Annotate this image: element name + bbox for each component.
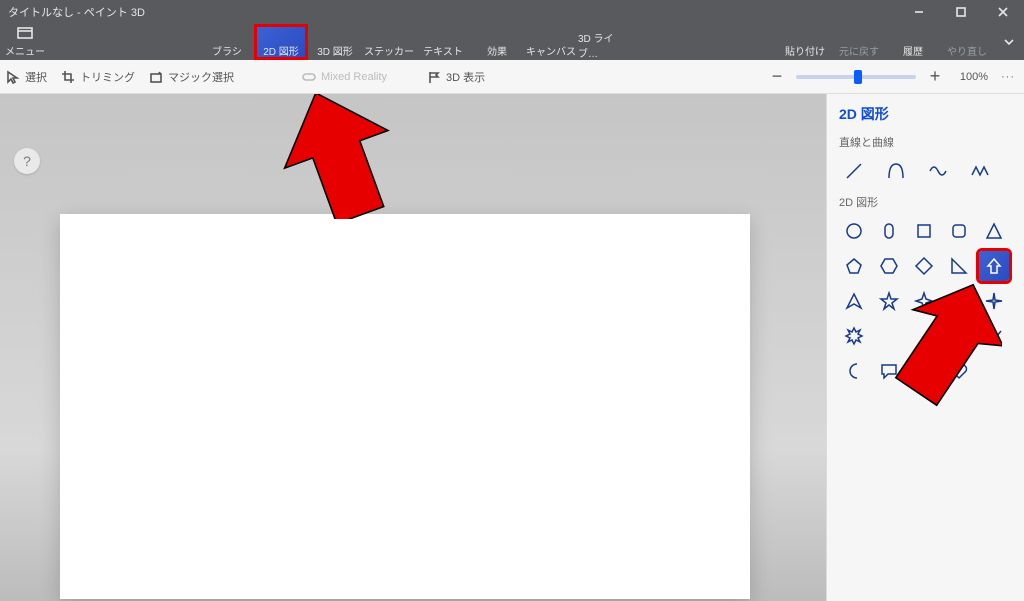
tool-mixed-reality: Mixed Reality	[302, 70, 387, 84]
tab-brush-label: ブラシ	[212, 43, 242, 58]
tab-text-label: テキスト	[423, 43, 463, 58]
tab-stickers-label: ステッカー	[364, 43, 414, 58]
main-tabs: ブラシ 2D 図形 3D 図形 ステッカー テキスト 効果	[200, 24, 632, 60]
shape-square[interactable]	[909, 216, 939, 246]
shape-polyline[interactable]	[965, 156, 995, 186]
shape-rounded-square[interactable]	[944, 216, 974, 246]
flag-icon	[427, 70, 441, 84]
tool-magic-label: マジック選択	[168, 69, 234, 85]
tab-redo[interactable]: やり直し	[940, 24, 994, 60]
zoom-in-button[interactable]: +	[926, 68, 944, 86]
tool-magic-select[interactable]: マジック選択	[149, 69, 234, 85]
shape-circle[interactable]	[839, 216, 869, 246]
line-shapes-row	[839, 156, 1012, 186]
tab-undo[interactable]: 元に戻す	[832, 24, 886, 60]
tab-3d-shapes[interactable]: 3D 図形	[308, 24, 362, 60]
menu-button[interactable]: メニュー	[0, 24, 50, 60]
shape-triangle[interactable]	[979, 216, 1009, 246]
shape-line[interactable]	[839, 156, 869, 186]
maximize-button[interactable]	[940, 0, 982, 24]
tab-brush[interactable]: ブラシ	[200, 24, 254, 60]
cursor-icon	[6, 70, 20, 84]
tab-2d-label: 2D 図形	[263, 43, 299, 58]
more-options[interactable]: ···	[998, 71, 1018, 83]
canvas-viewport[interactable]: ?	[0, 94, 826, 601]
tool-mixed-label: Mixed Reality	[321, 71, 387, 83]
tab-history[interactable]: 履歴	[886, 24, 940, 60]
tab-canvas[interactable]: キャンバス	[524, 24, 578, 60]
magic-icon	[149, 70, 163, 84]
tab-effects-label: 効果	[487, 43, 507, 58]
tab-3d-library[interactable]: 3D ライブ…	[578, 24, 632, 60]
canvas[interactable]	[60, 214, 750, 599]
expand-chevron[interactable]	[994, 24, 1024, 60]
titlebar: タイトルなし - ペイント 3D	[0, 0, 1024, 24]
tool-select-label: 選択	[25, 69, 47, 85]
tab-effects[interactable]: 効果	[470, 24, 524, 60]
tool-crop[interactable]: トリミング	[61, 69, 135, 85]
zoom-slider-thumb[interactable]	[854, 70, 862, 84]
tab-2d-shapes[interactable]: 2D 図形	[254, 24, 308, 60]
tab-canvas-label: キャンバス	[526, 43, 576, 58]
panel-title: 2D 図形	[839, 104, 1012, 124]
tab-paste[interactable]: 貼り付け	[778, 24, 832, 60]
shape-oval[interactable]	[874, 216, 904, 246]
tool-3d-view[interactable]: 3D 表示	[427, 69, 485, 85]
shape-curve[interactable]	[881, 156, 911, 186]
shape-wave[interactable]	[923, 156, 953, 186]
zoom-out-button[interactable]: −	[768, 68, 786, 86]
crop-icon	[61, 70, 75, 84]
tab-redo-label: やり直し	[947, 43, 987, 58]
right-tabs: 貼り付け 元に戻す 履歴 やり直し	[778, 24, 994, 60]
tab-3d-label: 3D 図形	[317, 43, 353, 58]
annotation-arrow-1	[283, 94, 393, 219]
tool-3dview-label: 3D 表示	[446, 69, 485, 85]
tab-3d-library-label: 3D ライブ…	[578, 30, 632, 60]
menu-label: メニュー	[5, 43, 45, 58]
annotation-arrow-2	[852, 267, 1002, 417]
group-2d: 2D 図形	[839, 194, 1012, 210]
close-button[interactable]	[982, 0, 1024, 24]
window-title: タイトルなし - ペイント 3D	[0, 4, 898, 20]
minimize-button[interactable]	[898, 0, 940, 24]
tab-stickers[interactable]: ステッカー	[362, 24, 416, 60]
main-area: ? 2D 図形 直線と曲線 2D 図形	[0, 94, 1024, 601]
tab-text[interactable]: テキスト	[416, 24, 470, 60]
zoom-slider[interactable]	[796, 75, 916, 79]
zoom-controls: − + 100% ···	[768, 68, 1018, 86]
tab-paste-label: 貼り付け	[785, 43, 825, 58]
help-button[interactable]: ?	[14, 148, 40, 174]
mixed-reality-icon	[302, 70, 316, 84]
menu-icon	[17, 27, 33, 42]
tab-undo-label: 元に戻す	[839, 43, 879, 58]
tool-crop-label: トリミング	[80, 69, 135, 85]
side-panel: 2D 図形 直線と曲線 2D 図形	[826, 94, 1024, 601]
tool-select[interactable]: 選択	[6, 69, 47, 85]
tab-row: メニュー ブラシ 2D 図形 3D 図形 ステッカー テキスト	[0, 24, 1024, 60]
group-lines: 直線と曲線	[839, 134, 1012, 150]
tab-history-label: 履歴	[903, 43, 923, 58]
toolbar: 選択 トリミング マジック選択 Mixed Reality 3D 表示 − + …	[0, 60, 1024, 94]
zoom-percent[interactable]: 100%	[954, 71, 988, 83]
